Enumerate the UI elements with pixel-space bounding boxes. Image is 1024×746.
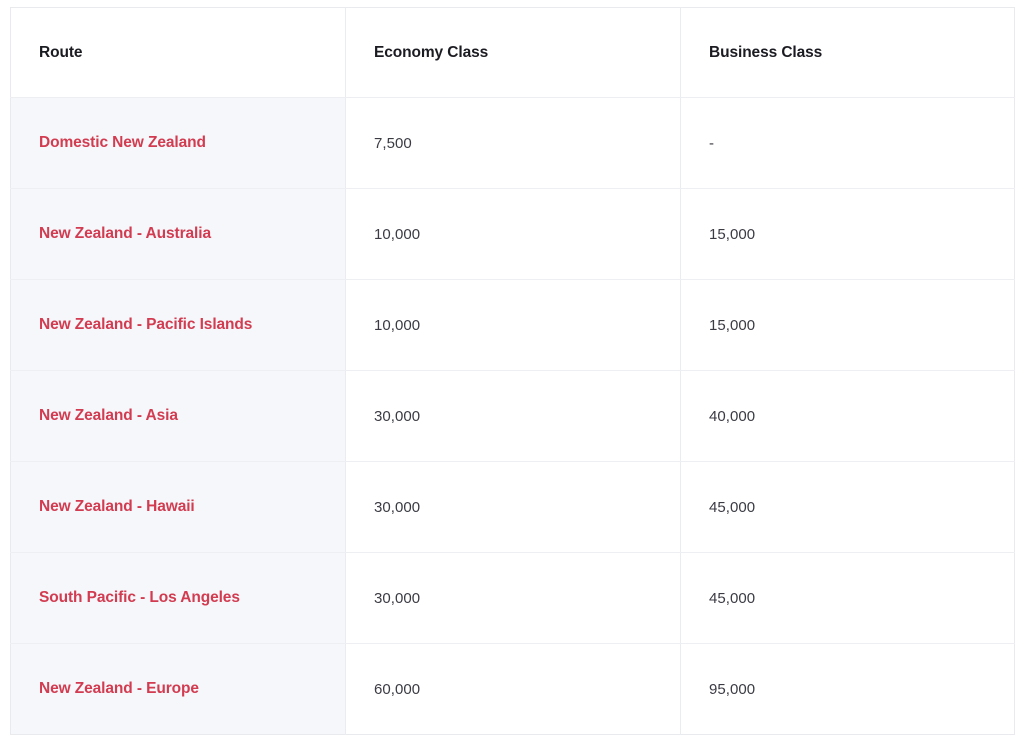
economy-class-value: 10,000 bbox=[374, 225, 421, 243]
route-cell[interactable]: New Zealand - Asia bbox=[10, 370, 346, 462]
table-body: Domestic New Zealand 7,500 - New Zealand… bbox=[10, 97, 1015, 735]
route-link[interactable]: New Zealand - Australia bbox=[39, 225, 317, 243]
business-class-cell: 40,000 bbox=[680, 370, 1015, 462]
table-row: New Zealand - Europe 60,000 95,000 bbox=[10, 643, 1015, 735]
award-chart-table: Route Economy Class Business Class Domes… bbox=[10, 7, 1015, 735]
column-header-route-label: Route bbox=[39, 43, 83, 61]
business-class-cell: 15,000 bbox=[680, 279, 1015, 371]
route-cell[interactable]: South Pacific - Los Angeles bbox=[10, 552, 346, 644]
economy-class-value: 30,000 bbox=[374, 407, 421, 425]
economy-class-value: 7,500 bbox=[374, 134, 412, 152]
page-root: Route Economy Class Business Class Domes… bbox=[0, 0, 1024, 746]
table-header-row: Route Economy Class Business Class bbox=[10, 7, 1015, 98]
award-table-container: Route Economy Class Business Class Domes… bbox=[10, 7, 1015, 735]
table-row: New Zealand - Pacific Islands 10,000 15,… bbox=[10, 279, 1015, 371]
economy-class-cell: 30,000 bbox=[345, 461, 681, 553]
economy-class-cell: 60,000 bbox=[345, 643, 681, 735]
column-header-business-class-label: Business Class bbox=[709, 43, 823, 61]
economy-class-cell: 10,000 bbox=[345, 279, 681, 371]
economy-class-value: 30,000 bbox=[374, 498, 421, 516]
column-header-economy-class-label: Economy Class bbox=[374, 43, 489, 61]
table-row: New Zealand - Hawaii 30,000 45,000 bbox=[10, 461, 1015, 553]
table-head: Route Economy Class Business Class bbox=[10, 7, 1015, 98]
column-header-economy-class: Economy Class bbox=[345, 7, 681, 98]
business-class-value: 15,000 bbox=[709, 225, 756, 243]
economy-class-cell: 30,000 bbox=[345, 370, 681, 462]
economy-class-value: 10,000 bbox=[374, 316, 421, 334]
route-cell[interactable]: New Zealand - Europe bbox=[10, 643, 346, 735]
business-class-cell: - bbox=[680, 97, 1015, 189]
economy-class-cell: 30,000 bbox=[345, 552, 681, 644]
table-row: Domestic New Zealand 7,500 - bbox=[10, 97, 1015, 189]
route-link[interactable]: New Zealand - Europe bbox=[39, 680, 317, 698]
route-link[interactable]: South Pacific - Los Angeles bbox=[39, 589, 317, 607]
economy-class-value: 30,000 bbox=[374, 589, 421, 607]
business-class-cell: 45,000 bbox=[680, 461, 1015, 553]
route-link[interactable]: Domestic New Zealand bbox=[39, 134, 317, 152]
business-class-value: 15,000 bbox=[709, 316, 756, 334]
column-header-route: Route bbox=[10, 7, 346, 98]
business-class-value: 40,000 bbox=[709, 407, 756, 425]
business-class-value: - bbox=[709, 134, 715, 152]
business-class-value: 45,000 bbox=[709, 589, 756, 607]
route-cell[interactable]: New Zealand - Hawaii bbox=[10, 461, 346, 553]
route-link[interactable]: New Zealand - Hawaii bbox=[39, 498, 317, 516]
business-class-cell: 45,000 bbox=[680, 552, 1015, 644]
table-row: South Pacific - Los Angeles 30,000 45,00… bbox=[10, 552, 1015, 644]
business-class-value: 95,000 bbox=[709, 680, 756, 698]
table-row: New Zealand - Australia 10,000 15,000 bbox=[10, 188, 1015, 280]
business-class-value: 45,000 bbox=[709, 498, 756, 516]
route-cell[interactable]: New Zealand - Pacific Islands bbox=[10, 279, 346, 371]
economy-class-cell: 10,000 bbox=[345, 188, 681, 280]
route-link[interactable]: New Zealand - Pacific Islands bbox=[39, 316, 317, 334]
table-row: New Zealand - Asia 30,000 40,000 bbox=[10, 370, 1015, 462]
route-link[interactable]: New Zealand - Asia bbox=[39, 407, 317, 425]
economy-class-cell: 7,500 bbox=[345, 97, 681, 189]
business-class-cell: 15,000 bbox=[680, 188, 1015, 280]
business-class-cell: 95,000 bbox=[680, 643, 1015, 735]
route-cell[interactable]: New Zealand - Australia bbox=[10, 188, 346, 280]
route-cell[interactable]: Domestic New Zealand bbox=[10, 97, 346, 189]
column-header-business-class: Business Class bbox=[680, 7, 1015, 98]
economy-class-value: 60,000 bbox=[374, 680, 421, 698]
